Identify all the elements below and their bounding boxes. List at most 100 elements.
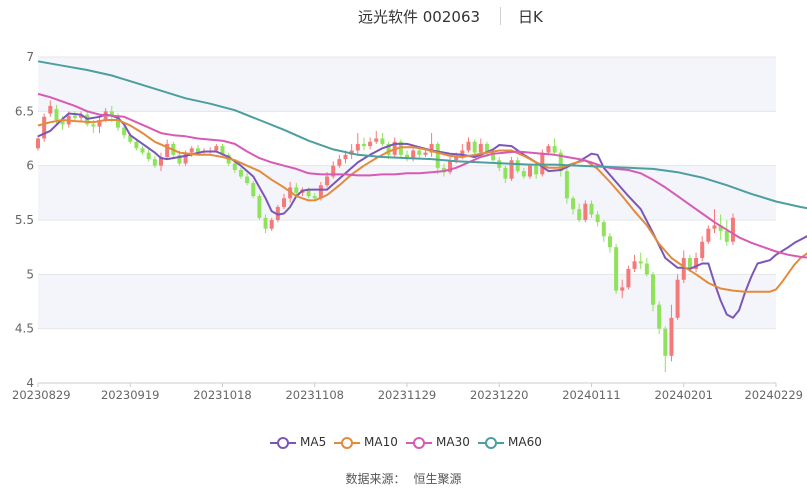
- candle-body: [564, 171, 569, 199]
- candle-body: [380, 138, 385, 144]
- candle-body: [669, 317, 674, 356]
- x-tick-label: 20231220: [470, 388, 529, 402]
- candle-body: [48, 105, 53, 114]
- y-tick-label: 6.5: [15, 104, 34, 118]
- candle-body: [546, 146, 551, 153]
- stock-title: 远光软件 002063: [358, 8, 481, 26]
- candle-body: [312, 196, 317, 199]
- x-tick-label: 20240201: [654, 388, 713, 402]
- candle-body: [72, 115, 77, 118]
- candle-body: [595, 214, 600, 223]
- candle-body: [607, 236, 612, 248]
- y-tick-label: 7: [26, 50, 34, 64]
- candle-body: [724, 230, 729, 242]
- y-tick-label: 5.5: [15, 213, 34, 227]
- candle-body: [503, 167, 508, 179]
- source-name: 恒生聚源: [413, 472, 462, 486]
- candle-body: [91, 124, 96, 127]
- period-label: 日K: [518, 8, 543, 26]
- candle-body: [626, 268, 631, 288]
- candle-body: [146, 152, 151, 160]
- legend-label-ma5: MA5: [300, 435, 327, 449]
- candle-body: [355, 143, 360, 151]
- candle-body: [620, 287, 625, 291]
- candle-body: [614, 247, 619, 291]
- candle-body: [534, 165, 539, 175]
- candle-body: [54, 109, 59, 121]
- x-tick-label: 20231018: [193, 388, 252, 402]
- candle-body: [36, 138, 40, 149]
- candle-body: [515, 160, 520, 172]
- candle-body: [435, 143, 440, 168]
- x-tick-label: 20231108: [285, 388, 344, 402]
- x-tick-label: 20231129: [378, 388, 437, 402]
- grid-band: [38, 57, 776, 112]
- candle-body: [343, 154, 348, 160]
- data-source: 数据来源： 恒生聚源: [0, 470, 807, 487]
- chart-legend: MA5 MA10 MA30 MA60: [0, 434, 807, 454]
- y-tick-label: 6: [26, 159, 34, 173]
- candle-body: [521, 171, 526, 177]
- candle-body: [657, 304, 662, 329]
- candle-body: [294, 187, 299, 193]
- candle-body: [238, 170, 243, 177]
- legend-marker-ma60-icon: [478, 437, 504, 449]
- kline-chart: 44.555.566.5720230829 20230919 20231018 202…: [12, 50, 807, 402]
- candle-body: [337, 159, 342, 166]
- candle-body: [651, 274, 655, 305]
- candle-body: [601, 222, 606, 237]
- candle-body: [706, 228, 711, 242]
- chart-header: 远光软件 002063 日K: [0, 4, 807, 28]
- candle-body: [472, 141, 477, 153]
- candle-body: [368, 141, 373, 147]
- candle-body: [140, 148, 145, 153]
- candle-body: [663, 328, 668, 356]
- candle-body: [214, 146, 219, 151]
- candle-body: [632, 261, 637, 269]
- candle-body: [257, 196, 262, 218]
- title-divider: [500, 7, 501, 25]
- x-tick-label: 20240229: [744, 388, 803, 402]
- candle-body: [577, 209, 582, 220]
- candle-body: [700, 241, 705, 259]
- candle-body: [528, 165, 532, 177]
- candle-body: [282, 198, 286, 207]
- candle-body: [269, 220, 274, 229]
- candle-body: [466, 141, 471, 151]
- legend-marker-ma10-icon: [334, 437, 360, 449]
- candle-body: [571, 198, 576, 210]
- candle-body: [325, 176, 330, 186]
- candle-body: [152, 159, 157, 166]
- candle-body: [374, 138, 379, 142]
- grid-band: [38, 220, 776, 275]
- candle-body: [232, 163, 237, 171]
- candle-body: [417, 150, 422, 155]
- candle-body: [644, 263, 649, 275]
- x-tick-label: 20230919: [101, 388, 160, 402]
- candle-body: [552, 146, 557, 153]
- legend-label-ma60: MA60: [508, 435, 542, 449]
- candle-body: [675, 279, 680, 318]
- legend-label-ma10: MA10: [364, 435, 398, 449]
- candle-body: [583, 203, 588, 220]
- legend-marker-ma30-icon: [406, 437, 432, 449]
- candle-body: [134, 141, 139, 149]
- y-tick-label: 5: [26, 267, 34, 281]
- candle-body: [638, 261, 643, 264]
- candle-body: [730, 217, 735, 242]
- candle-body: [712, 225, 717, 229]
- candle-body: [423, 152, 428, 155]
- legend-label-ma30: MA30: [436, 435, 470, 449]
- candle-body: [245, 176, 250, 184]
- x-tick-label: 20240111: [562, 388, 621, 402]
- candle-body: [263, 217, 268, 229]
- candle-body: [251, 183, 256, 197]
- legend-marker-ma5-icon: [270, 437, 296, 449]
- source-label: 数据来源：: [345, 472, 406, 486]
- candle-body: [189, 148, 194, 153]
- candle-body: [361, 143, 366, 147]
- y-tick-label: 4.5: [15, 322, 34, 336]
- candle-body: [589, 203, 594, 215]
- grid-band: [38, 274, 776, 329]
- x-tick-label: 20230829: [12, 388, 71, 402]
